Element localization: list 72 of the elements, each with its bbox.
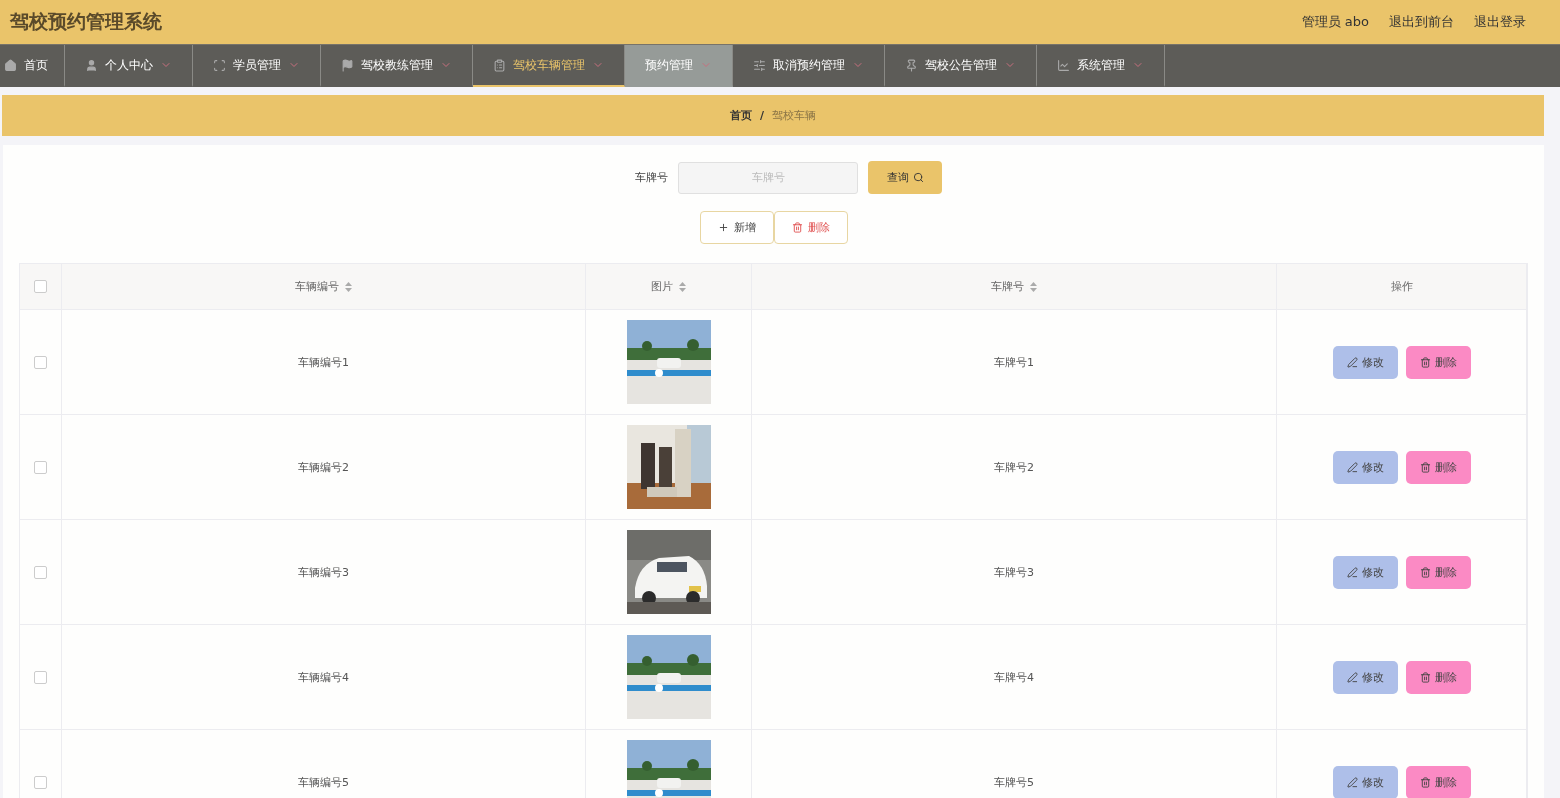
pen-icon	[1346, 356, 1358, 368]
search-icon	[912, 172, 924, 183]
sort-icon[interactable]	[345, 281, 352, 292]
table-cell: 车辆编号2	[298, 459, 349, 475]
table-cell: 车牌号3	[994, 564, 1034, 580]
table-cell: 车辆编号5	[298, 774, 349, 790]
pen-icon	[1346, 671, 1358, 683]
sort-icon[interactable]	[1030, 281, 1037, 292]
edit-button[interactable]: 修改	[1332, 345, 1398, 379]
delete-button[interactable]: 删除	[1405, 345, 1471, 379]
chart-icon	[1057, 58, 1070, 72]
column-header: 操作	[1390, 279, 1413, 294]
pin-icon	[905, 58, 918, 72]
query-button[interactable]: 查询	[868, 161, 942, 194]
delete-button[interactable]: 删除	[1405, 555, 1471, 589]
plus-icon	[717, 222, 729, 233]
frame-icon	[213, 58, 226, 72]
table-cell: 车牌号5	[994, 774, 1034, 790]
pen-icon	[1346, 776, 1358, 788]
trash-icon	[1419, 461, 1431, 473]
checkbox[interactable]	[34, 565, 47, 579]
delete-button[interactable]: 删除	[1405, 450, 1471, 484]
breadcrumb-separator: /	[760, 109, 764, 122]
nav-item[interactable]: 驾校教练管理	[321, 45, 473, 87]
table-cell: 车辆编号1	[298, 354, 349, 370]
nav-item[interactable]: 系统管理	[1037, 45, 1165, 87]
home-icon	[4, 58, 17, 72]
nav-item[interactable]: 首页	[0, 45, 65, 87]
table-cell: 车牌号2	[994, 459, 1034, 475]
search-label: 车牌号	[635, 170, 668, 185]
edit-button[interactable]: 修改	[1332, 765, 1398, 798]
pen-icon	[1346, 566, 1358, 578]
flag-icon	[341, 58, 354, 72]
trash-icon	[791, 222, 803, 233]
header-link[interactable]: 退出登录	[1474, 13, 1526, 31]
delete-button[interactable]: 删除	[1405, 765, 1471, 798]
breadcrumb-current: 驾校车辆	[772, 108, 816, 123]
app-title: 驾校预约管理系统	[10, 9, 162, 34]
nav-item[interactable]: 取消预约管理	[733, 45, 885, 87]
pen-icon	[1346, 461, 1358, 473]
checkbox[interactable]	[34, 775, 47, 789]
delete-button[interactable]: 删除	[773, 211, 848, 244]
add-button[interactable]: 新增	[699, 211, 774, 244]
breadcrumb-link[interactable]: 首页	[730, 108, 752, 123]
table-cell: 车牌号4	[994, 669, 1034, 685]
header-link[interactable]: 退出到前台	[1389, 13, 1454, 31]
checkbox[interactable]	[34, 460, 47, 474]
checkbox[interactable]	[34, 670, 47, 684]
edit-button[interactable]: 修改	[1332, 660, 1398, 694]
table-cell: 车辆编号4	[298, 669, 349, 685]
edit-button[interactable]: 修改	[1332, 450, 1398, 484]
nav-item[interactable]: 个人中心	[65, 45, 193, 87]
user-icon	[85, 58, 98, 72]
trash-icon	[1419, 776, 1431, 788]
trash-icon	[1419, 566, 1431, 578]
nav-item[interactable]: 学员管理	[193, 45, 321, 87]
user-label: 管理员 abo	[1301, 13, 1369, 31]
nav-item[interactable]: 驾校公告管理	[885, 45, 1037, 87]
sort-icon[interactable]	[679, 281, 686, 292]
edit-button[interactable]: 修改	[1332, 555, 1398, 589]
column-header: 图片	[651, 279, 673, 294]
column-header: 车牌号	[991, 279, 1024, 294]
delete-button[interactable]: 删除	[1405, 660, 1471, 694]
sliders-icon	[753, 58, 766, 72]
checkbox[interactable]	[34, 355, 47, 369]
table-cell: 车辆编号3	[298, 564, 349, 580]
column-header: 车辆编号	[295, 279, 339, 294]
checkbox[interactable]	[34, 280, 47, 293]
trash-icon	[1419, 356, 1431, 368]
table-cell: 车牌号1	[994, 354, 1034, 370]
trash-icon	[1419, 671, 1431, 683]
clipboard-icon	[493, 58, 506, 72]
